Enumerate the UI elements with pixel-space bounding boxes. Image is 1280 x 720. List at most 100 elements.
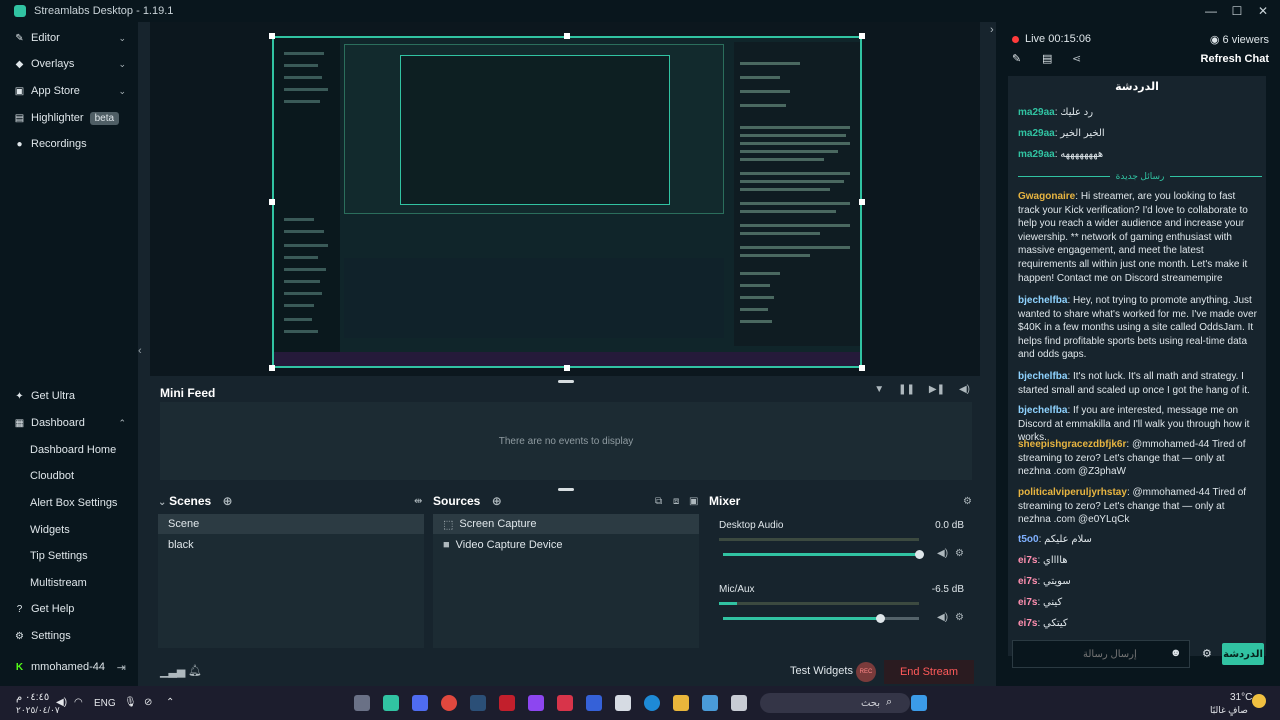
source-group-icon[interactable]: ⧈ (673, 496, 679, 507)
sidebar-item-tip-settings[interactable]: Tip Settings (0, 545, 138, 567)
sidebar-item-app-store[interactable]: ▣ App Store ⌄ (0, 79, 138, 103)
sidebar-item-overlays[interactable]: ◆ Overlays ⌄ (0, 52, 138, 76)
edit-stream-icon[interactable]: ✎ (1012, 52, 1021, 65)
test-widgets-button[interactable]: Test Widgets (790, 665, 853, 677)
bell-icon[interactable]: 🔔︎ (188, 664, 202, 677)
chevron-down-icon[interactable]: ⌄ (118, 86, 126, 97)
app-icon[interactable] (412, 695, 428, 711)
stream-preview[interactable] (272, 36, 862, 368)
resize-handle[interactable] (269, 33, 275, 39)
scene-transitions-icon[interactable]: ⇹ (414, 496, 422, 507)
logout-icon[interactable]: ⇥ (117, 661, 126, 674)
chat-message: Gwagonaire: Hi streamer, are you looking… (1018, 191, 1248, 284)
record-button[interactable]: REC (856, 662, 876, 682)
filter-icon[interactable]: ▼ (874, 384, 884, 395)
user-name: mmohamed-44 (31, 661, 105, 673)
volume-icon[interactable]: ◀) (959, 384, 970, 395)
sidebar-item-get-ultra[interactable]: ✦ Get Ultra (0, 384, 138, 408)
app-icon[interactable] (702, 695, 718, 711)
source-item[interactable]: ⬚ Screen Capture (433, 514, 699, 534)
scene-item[interactable]: black (158, 535, 424, 555)
folder-icon[interactable] (673, 695, 689, 711)
resize-handle[interactable] (269, 365, 275, 371)
resize-handle[interactable] (269, 199, 275, 205)
chat-send-button[interactable]: الدردشة (1222, 643, 1264, 665)
gear-icon[interactable]: ⚙ (955, 612, 964, 623)
edge-icon[interactable] (644, 695, 660, 711)
network-icon[interactable]: ⊘ (144, 697, 152, 708)
resize-handle[interactable] (859, 365, 865, 371)
chevron-up-icon[interactable]: ⌃ (166, 697, 174, 708)
chrome-icon[interactable] (441, 695, 457, 711)
chevron-down-icon[interactable]: ⌄ (158, 497, 169, 508)
audio-meter (719, 602, 919, 605)
sidebar-item-recordings[interactable]: ● Recordings (0, 132, 138, 156)
refresh-chat-button[interactable]: Refresh Chat (1201, 53, 1269, 65)
sidebar-item-cloudbot[interactable]: Cloudbot (0, 465, 138, 487)
emoji-icon[interactable]: ☻ (1170, 647, 1182, 659)
panel-resize-handle[interactable] (558, 488, 574, 491)
store-icon[interactable] (615, 695, 631, 711)
speaker-icon[interactable]: ◀) (937, 612, 948, 623)
sidebar-item-editor[interactable]: ✎ Editor ⌄ (0, 26, 138, 50)
speaker-icon[interactable]: ◀) (937, 548, 948, 559)
windows-start-icon[interactable] (911, 695, 927, 711)
pause-icon[interactable]: ❚❚ (898, 384, 915, 395)
volume-slider[interactable] (723, 550, 924, 559)
scene-item[interactable]: Scene (158, 514, 424, 534)
share-icon[interactable]: ⋖ (1072, 52, 1081, 65)
expand-panel-icon[interactable]: › (990, 24, 994, 36)
sidebar-item-get-help[interactable]: ? Get Help (0, 597, 138, 621)
preview-area (150, 22, 980, 376)
sidebar-item-widgets[interactable]: Widgets (0, 519, 138, 541)
folder-icon[interactable]: ▣ (689, 496, 698, 507)
chevron-down-icon[interactable]: ⌄ (118, 33, 126, 44)
language-indicator[interactable]: ENG (94, 698, 116, 709)
sidebar-item-highlighter[interactable]: ▤ Highlighter beta (0, 106, 138, 130)
collapse-sidebar-icon[interactable]: ‹ (138, 345, 148, 357)
resize-handle[interactable] (859, 33, 865, 39)
steam-icon[interactable] (470, 695, 486, 711)
app-icon[interactable] (557, 695, 573, 711)
streamlabs-app-icon[interactable] (383, 695, 399, 711)
end-stream-button[interactable]: End Stream (884, 660, 974, 684)
sidebar-item-settings[interactable]: ⚙ Settings (0, 624, 138, 648)
new-messages-separator: رسائل جديدة (1018, 169, 1262, 183)
app-icon[interactable] (731, 695, 747, 711)
mini-feed-empty: There are no events to display (160, 402, 972, 480)
chat-message: ei7s: كيني (1018, 597, 1063, 608)
maximize-icon[interactable]: ☐ (1230, 2, 1244, 20)
source-item[interactable]: ■ Video Capture Device (433, 535, 699, 555)
app-icon[interactable] (586, 695, 602, 711)
copy-icon[interactable]: ▤ (1042, 52, 1052, 65)
sidebar-user[interactable]: K mmohamed-44 ⇥ (0, 655, 138, 679)
sidebar-item-dashboard-home[interactable]: Dashboard Home (0, 439, 138, 461)
minimize-icon[interactable]: — (1204, 2, 1218, 20)
speaker-tray-icon[interactable]: ◀) (56, 697, 67, 708)
add-source-icon[interactable]: ⊕ (492, 494, 502, 508)
sidebar-item-multistream[interactable]: Multistream (0, 572, 138, 594)
scenes-panel: ⌄ Scenes ⊕ ⇹ Scene black (158, 492, 424, 648)
gear-icon[interactable]: ⚙ (1202, 647, 1212, 660)
volume-slider[interactable] (723, 614, 919, 623)
chevron-down-icon[interactable]: ⌄ (118, 59, 126, 70)
source-tools-icon[interactable]: ⧉ (655, 496, 662, 507)
resize-handle[interactable] (564, 33, 570, 39)
app-icon[interactable] (499, 695, 515, 711)
skip-icon[interactable]: ▶❚ (929, 384, 945, 395)
gear-icon[interactable]: ⚙ (955, 548, 964, 559)
twitch-icon[interactable] (528, 695, 544, 711)
close-icon[interactable]: ✕ (1256, 2, 1270, 20)
resize-handle[interactable] (859, 199, 865, 205)
chat-input[interactable] (1012, 640, 1190, 668)
microphone-icon[interactable]: 🎙︎ (124, 697, 137, 708)
settings-app-icon[interactable] (354, 695, 370, 711)
add-scene-icon[interactable]: ⊕ (223, 494, 233, 508)
sidebar-item-dashboard[interactable]: ▦ Dashboard ⌃ (0, 411, 138, 435)
stats-icon[interactable]: ▁▃▅ (160, 665, 185, 678)
sidebar-item-alert-box-settings[interactable]: Alert Box Settings (0, 492, 138, 514)
resize-handle[interactable] (564, 365, 570, 371)
chevron-up-icon[interactable]: ⌃ (118, 418, 126, 429)
gear-icon[interactable]: ⚙ (963, 496, 972, 507)
wifi-icon[interactable]: ◠ (74, 697, 83, 708)
